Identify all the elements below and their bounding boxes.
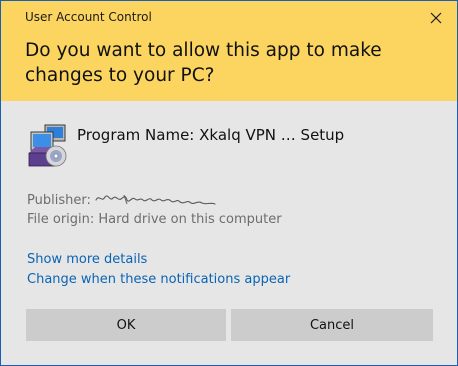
publisher-signature (95, 194, 216, 205)
window-title: User Account Control (25, 10, 152, 24)
cancel-button[interactable]: Cancel (231, 309, 433, 341)
installer-package-icon (28, 124, 67, 167)
publisher-label: Publisher: (27, 192, 91, 208)
change-notifications-link[interactable]: Change when these notifications appear (27, 272, 290, 287)
program-name: Program Name: Xkalq VPN … Setup (77, 126, 345, 144)
file-origin: File origin: Hard drive on this computer (27, 212, 282, 227)
uac-dialog: User Account Control Do you want to allo… (0, 0, 458, 366)
close-icon (430, 12, 442, 24)
publisher-row: Publisher: (27, 191, 218, 209)
ok-button[interactable]: OK (26, 309, 226, 341)
dialog-header: User Account Control Do you want to allo… (1, 1, 457, 101)
uac-question: Do you want to allow this app to make ch… (25, 40, 382, 86)
show-more-details-link[interactable]: Show more details (27, 252, 147, 267)
close-button[interactable] (415, 1, 457, 35)
